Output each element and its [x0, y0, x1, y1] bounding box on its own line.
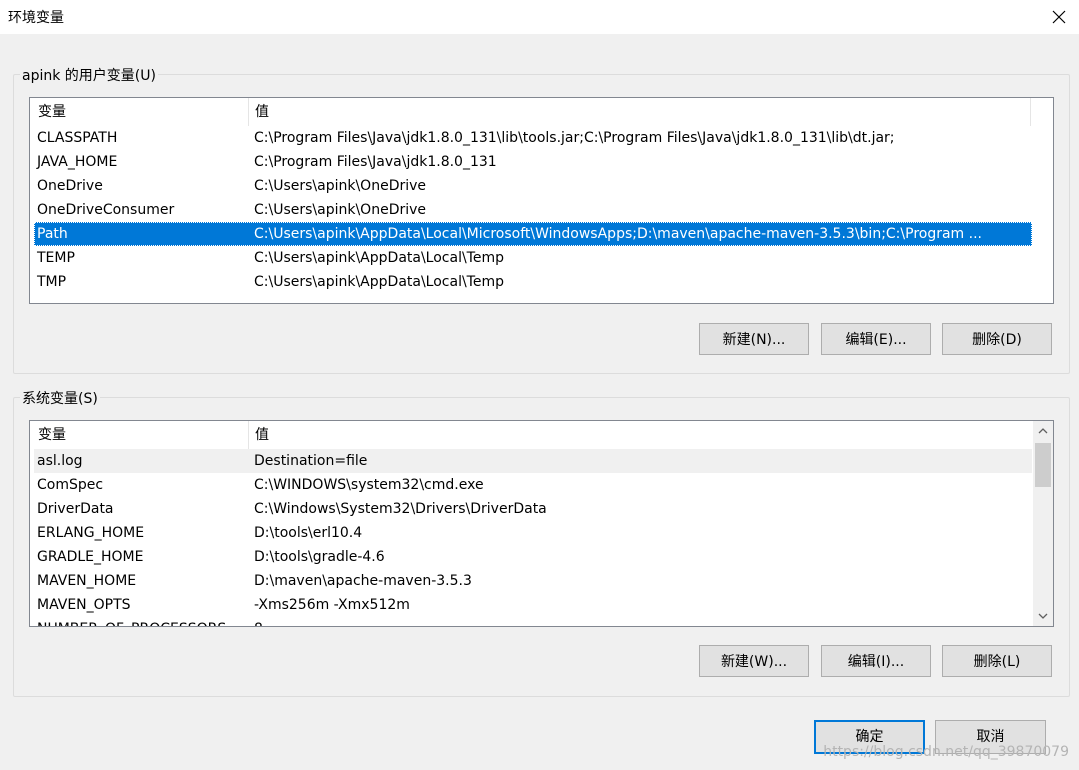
- user-variables-label: apink 的用户变量(U): [20, 65, 158, 85]
- user-variables-list[interactable]: 变量 值 CLASSPATH C:\Program Files\Java\jdk1…: [29, 97, 1054, 304]
- system-delete-button[interactable]: 删除(L): [942, 645, 1052, 677]
- system-variables-label: 系统变量(S): [20, 388, 100, 408]
- system-new-button[interactable]: 新建(W)...: [699, 645, 809, 677]
- list-header: 变量 值: [30, 421, 1053, 449]
- variable-name: TMP: [37, 274, 67, 290]
- variable-value: C:\Users\apink\AppData\Local\Temp: [254, 274, 504, 290]
- variable-value: -Xms256m -Xmx512m: [254, 597, 410, 613]
- variable-value: C:\Program Files\Java\jdk1.8.0_131\lib\t…: [254, 130, 895, 146]
- title-bar: 环境变量: [0, 0, 1079, 34]
- variable-name: ComSpec: [37, 477, 104, 493]
- variable-value: D:\tools\gradle-4.6: [254, 549, 385, 565]
- column-header-value[interactable]: 值: [249, 98, 1029, 126]
- user-delete-button[interactable]: 删除(D): [942, 323, 1052, 355]
- variable-value: 8: [254, 617, 263, 626]
- list-row[interactable]: TEMP C:\Users\apink\AppData\Local\Temp: [34, 246, 1032, 270]
- list-row[interactable]: asl.log Destination=file: [34, 449, 1032, 473]
- list-row[interactable]: TMP C:\Users\apink\AppData\Local\Temp: [34, 270, 1032, 294]
- list-row[interactable]: Path C:\Users\apink\AppData\Local\Microso…: [34, 222, 1032, 246]
- user-new-button[interactable]: 新建(N)...: [699, 323, 809, 355]
- window-title: 环境变量: [8, 10, 64, 26]
- variable-name: asl.log: [37, 453, 83, 469]
- list-row[interactable]: MAVEN_HOME D:\maven\apache-maven-3.5.3: [34, 569, 1032, 593]
- variable-name: DriverData: [37, 501, 114, 517]
- variable-value: C:\Users\apink\AppData\Local\Temp: [254, 250, 504, 266]
- system-variables-list[interactable]: 变量 值 asl.log Destination=file ComSpec C:\WI…: [29, 420, 1054, 627]
- column-header-variable[interactable]: 变量: [32, 421, 248, 449]
- close-icon: [1052, 10, 1066, 24]
- variable-value: C:\Windows\System32\Drivers\DriverData: [254, 501, 547, 517]
- variable-name: Path: [37, 226, 68, 242]
- list-row[interactable]: OneDriveConsumer C:\Users\apink\OneDrive: [34, 198, 1032, 222]
- list-row[interactable]: OneDrive C:\Users\apink\OneDrive: [34, 174, 1032, 198]
- variable-value: C:\Users\apink\AppData\Local\Microsoft\W…: [254, 226, 982, 242]
- variable-name: JAVA_HOME: [37, 154, 118, 170]
- user-edit-button[interactable]: 编辑(E)...: [821, 323, 931, 355]
- variable-name: NUMBER_OF_PROCESSORS: [37, 617, 226, 626]
- variable-value: C:\WINDOWS\system32\cmd.exe: [254, 477, 484, 493]
- variable-value: Destination=file: [254, 453, 368, 469]
- list-row[interactable]: CLASSPATH C:\Program Files\Java\jdk1.8.0_…: [34, 126, 1032, 150]
- variable-name: GRADLE_HOME: [37, 549, 144, 565]
- list-row[interactable]: GRADLE_HOME D:\tools\gradle-4.6: [34, 545, 1032, 569]
- variable-name: OneDriveConsumer: [37, 202, 175, 218]
- variable-name: MAVEN_HOME: [37, 573, 137, 589]
- scrollbar-thumb[interactable]: [1035, 443, 1051, 487]
- close-button[interactable]: [1039, 0, 1079, 34]
- list-row[interactable]: ERLANG_HOME D:\tools\erl10.4: [34, 521, 1032, 545]
- variable-name: MAVEN_OPTS: [37, 597, 131, 613]
- variable-value: C:\Users\apink\OneDrive: [254, 178, 427, 194]
- column-header-variable[interactable]: 变量: [32, 98, 248, 126]
- chevron-down-icon: [1038, 613, 1048, 619]
- list-row[interactable]: ComSpec C:\WINDOWS\system32\cmd.exe: [34, 473, 1032, 497]
- variable-name: TEMP: [37, 250, 75, 266]
- column-header-value[interactable]: 值: [249, 421, 1029, 449]
- watermark-text: https://blog.csdn.net/qq_39870079: [823, 744, 1069, 760]
- variable-name: CLASSPATH: [37, 130, 118, 146]
- list-header: 变量 值: [30, 98, 1053, 126]
- variable-value: C:\Users\apink\OneDrive: [254, 202, 427, 218]
- variable-name: ERLANG_HOME: [37, 525, 145, 541]
- list-row[interactable]: DriverData C:\Windows\System32\Drivers\Dr…: [34, 497, 1032, 521]
- variable-name: OneDrive: [37, 178, 103, 194]
- system-edit-button[interactable]: 编辑(I)...: [821, 645, 931, 677]
- list-row[interactable]: NUMBER_OF_PROCESSORS 8: [34, 617, 1032, 626]
- variable-value: D:\tools\erl10.4: [254, 525, 363, 541]
- variable-value: D:\maven\apache-maven-3.5.3: [254, 573, 472, 589]
- vertical-scrollbar[interactable]: [1033, 421, 1053, 626]
- list-row[interactable]: JAVA_HOME C:\Program Files\Java\jdk1.8.0_…: [34, 150, 1032, 174]
- scroll-up-arrow[interactable]: [1033, 421, 1053, 441]
- list-row[interactable]: MAVEN_OPTS -Xms256m -Xmx512m: [34, 593, 1032, 617]
- chevron-up-icon: [1038, 428, 1048, 434]
- variable-value: C:\Program Files\Java\jdk1.8.0_131: [254, 154, 497, 170]
- scroll-down-arrow[interactable]: [1033, 606, 1053, 626]
